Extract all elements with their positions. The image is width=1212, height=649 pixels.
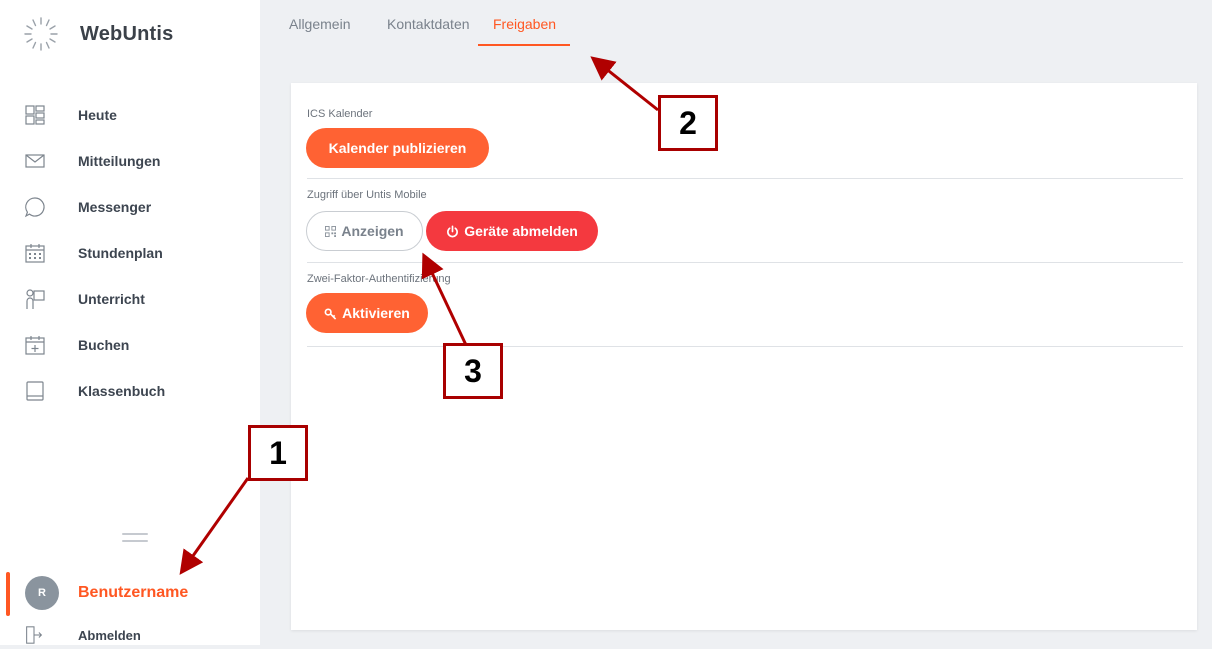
- envelope-icon: [24, 150, 46, 172]
- chat-bubble-icon: [24, 196, 46, 218]
- dashboard-icon: [24, 104, 46, 126]
- sidebar-item-label: Messenger: [78, 199, 152, 215]
- sidebar-item-messenger[interactable]: Messenger: [0, 184, 260, 230]
- user-profile-item[interactable]: R Benutzername: [0, 572, 260, 616]
- sidebar-item-buchen[interactable]: Buchen: [0, 322, 260, 368]
- activate-2fa-button[interactable]: Aktivieren: [306, 293, 428, 333]
- key-icon: [324, 307, 337, 320]
- book-icon: [24, 380, 46, 402]
- sidebar-item-mitteilungen[interactable]: Mitteilungen: [0, 138, 260, 184]
- sidebar: WebUntis Heute Mitteilungen Messenger St…: [0, 0, 260, 645]
- divider: [307, 346, 1183, 347]
- section-label-2fa: Zwei-Faktor-Authentifizierung: [307, 273, 451, 285]
- logout-devices-button[interactable]: Geräte abmelden: [426, 211, 598, 251]
- annotation-marker-1: 1: [248, 425, 308, 481]
- sidebar-collapse-handle[interactable]: [122, 533, 148, 547]
- app-name: WebUntis: [80, 22, 174, 45]
- publish-calendar-button[interactable]: Kalender publizieren: [306, 128, 489, 168]
- handle-line: [122, 540, 148, 542]
- sidebar-item-label: Stundenplan: [78, 245, 163, 261]
- section-label-mobile: Zugriff über Untis Mobile: [307, 189, 427, 201]
- sidebar-item-unterricht[interactable]: Unterricht: [0, 276, 260, 322]
- sidebar-item-label: Heute: [78, 107, 117, 123]
- annotation-marker-3: 3: [443, 343, 503, 399]
- logout-item[interactable]: Abmelden: [0, 622, 260, 646]
- sidebar-item-label: Buchen: [78, 337, 130, 353]
- calendar-plus-icon: [24, 334, 46, 356]
- sidebar-item-label: Unterricht: [78, 291, 145, 307]
- sidebar-item-heute[interactable]: Heute: [0, 92, 260, 138]
- tab-kontaktdaten[interactable]: Kontaktdaten: [387, 16, 470, 44]
- sidebar-item-label: Klassenbuch: [78, 383, 166, 399]
- sunburst-logo-icon: [20, 14, 62, 54]
- annotation-marker-2: 2: [658, 95, 718, 151]
- tab-allgemein[interactable]: Allgemein: [289, 16, 350, 44]
- teacher-board-icon: [24, 288, 46, 310]
- sidebar-nav: Heute Mitteilungen Messenger Stundenplan…: [0, 92, 260, 414]
- settings-card: ICS Kalender Kalender publizieren Zugrif…: [291, 83, 1197, 630]
- tab-bar: Allgemein Kontaktdaten Freigaben: [262, 0, 1212, 50]
- app-logo[interactable]: WebUntis: [20, 14, 173, 54]
- divider: [307, 262, 1183, 263]
- handle-line: [122, 533, 148, 535]
- power-icon: [446, 225, 459, 238]
- sidebar-item-klassenbuch[interactable]: Klassenbuch: [0, 368, 260, 414]
- button-label: Anzeigen: [341, 223, 404, 239]
- divider: [307, 178, 1183, 179]
- show-qr-button[interactable]: Anzeigen: [306, 211, 423, 251]
- qr-code-icon: [325, 225, 337, 237]
- button-label: Geräte abmelden: [464, 223, 578, 239]
- section-label-ics: ICS Kalender: [307, 108, 373, 120]
- logout-label: Abmelden: [78, 628, 141, 643]
- sidebar-item-label: Mitteilungen: [78, 153, 161, 169]
- avatar: R: [25, 576, 59, 610]
- button-label: Aktivieren: [342, 305, 410, 321]
- calendar-grid-icon: [24, 242, 46, 264]
- active-indicator: [6, 572, 10, 616]
- user-name: Benutzername: [78, 584, 189, 601]
- logout-door-icon: [25, 626, 43, 649]
- tab-freigaben[interactable]: Freigaben: [478, 16, 571, 46]
- button-label: Kalender publizieren: [328, 140, 467, 156]
- sidebar-item-stundenplan[interactable]: Stundenplan: [0, 230, 260, 276]
